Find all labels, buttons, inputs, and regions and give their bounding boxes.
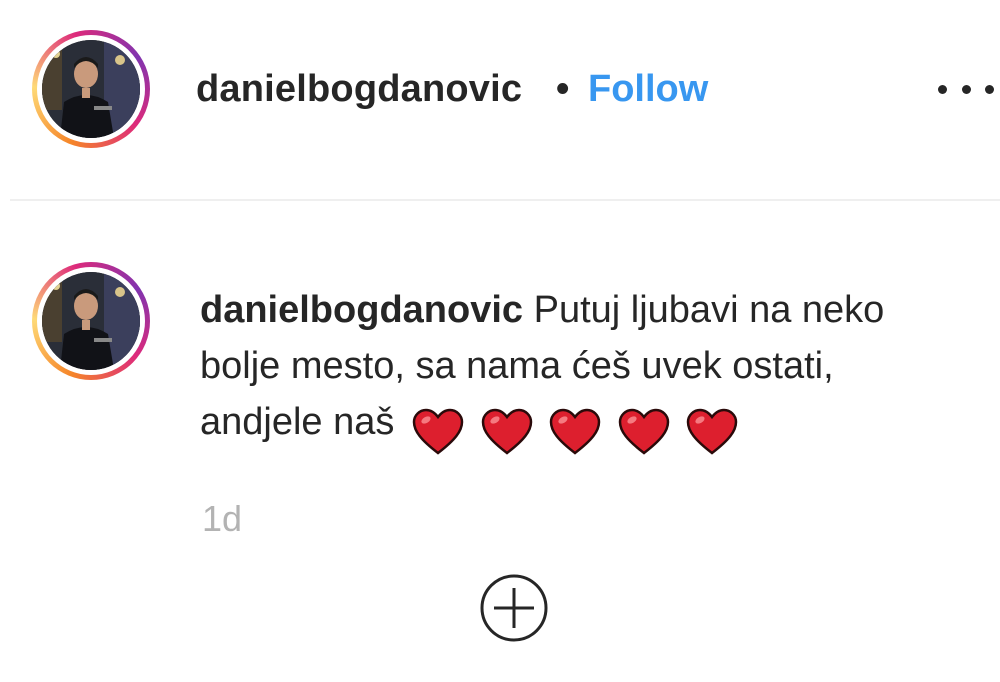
comment-story-ring[interactable]	[32, 262, 150, 380]
comment-username[interactable]: danielbogdanovic	[200, 289, 523, 331]
red-heart-icon	[549, 408, 601, 455]
separator-dot: •	[556, 68, 570, 110]
red-heart-icon	[481, 408, 532, 455]
story-ring[interactable]	[32, 30, 150, 148]
header-username[interactable]: danielbogdanovic	[196, 68, 522, 111]
header-divider	[10, 199, 1000, 201]
more-options-icon[interactable]	[938, 80, 994, 98]
add-circle-icon[interactable]	[478, 572, 550, 644]
comment-timestamp[interactable]: 1d	[202, 498, 242, 540]
avatar-image	[42, 272, 140, 370]
red-heart-icon	[686, 408, 738, 455]
comment-body: danielbogdanovic Putuj ljubavi na neko b…	[200, 282, 960, 458]
follow-button[interactable]: Follow	[588, 68, 708, 111]
avatar	[42, 40, 140, 138]
red-heart-icon	[412, 408, 464, 455]
red-heart-icon	[618, 408, 669, 455]
instagram-post-panel: danielbogdanovic • Follow danielbogdanov…	[0, 0, 1000, 682]
avatar-image	[42, 40, 140, 138]
comment-avatar	[42, 272, 140, 370]
heart-emojis	[411, 402, 743, 458]
post-header: danielbogdanovic • Follow	[0, 0, 1000, 200]
